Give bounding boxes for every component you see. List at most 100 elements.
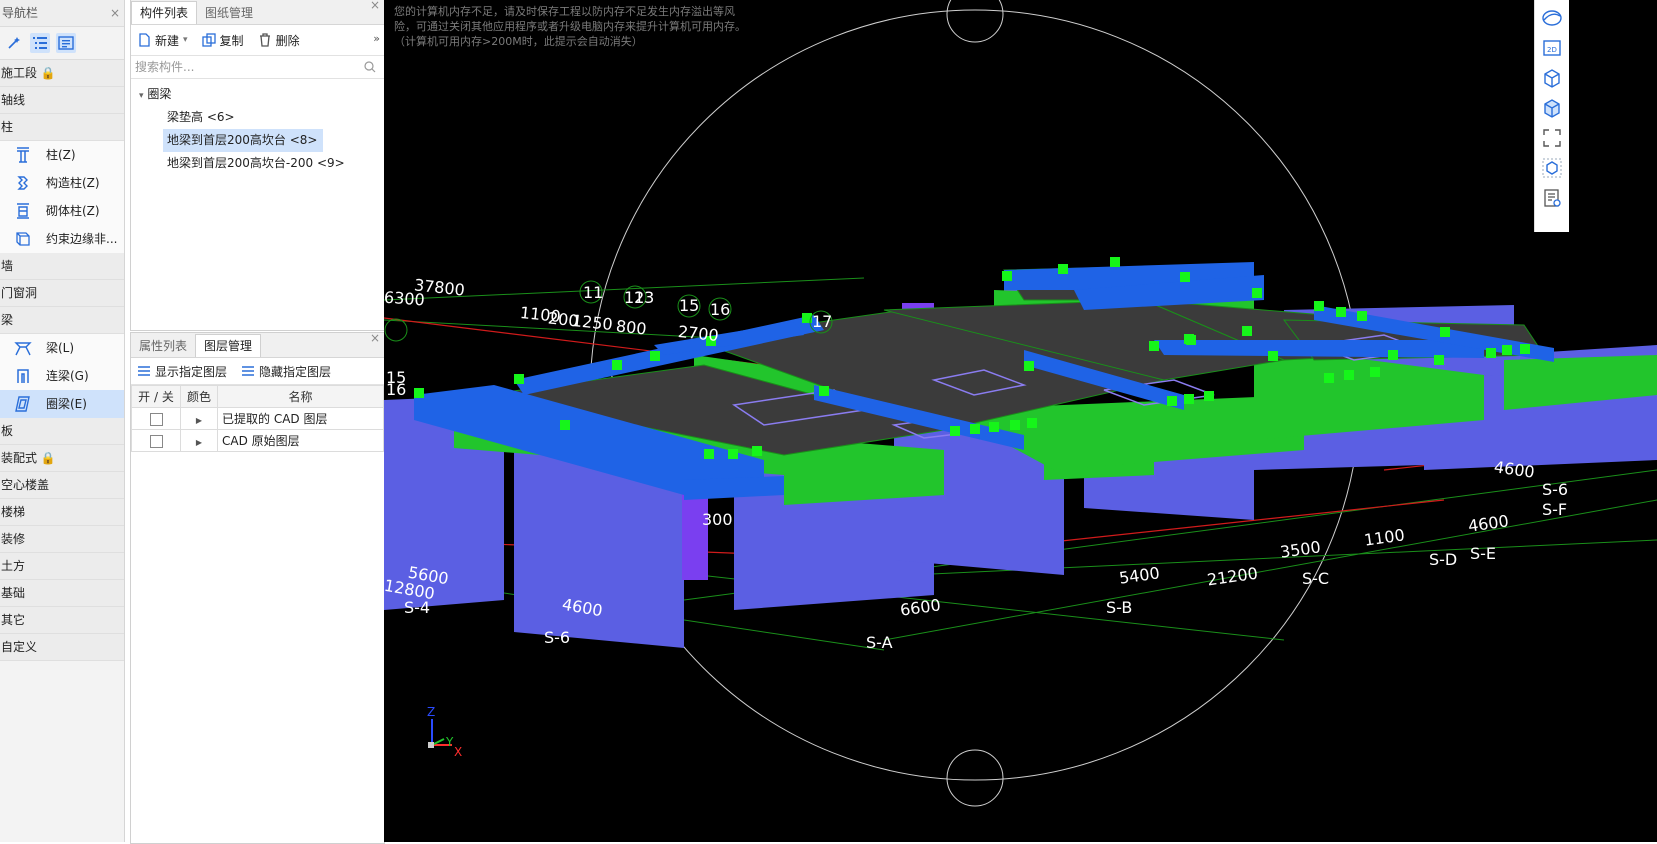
view-toolbar: 2D [1534,0,1569,232]
nav-category-slab[interactable]: 板 [0,418,124,445]
nav-category-stairs[interactable]: 楼梯 [0,499,124,526]
layer-checkbox[interactable] [149,412,163,426]
copy-button[interactable]: 复制 [201,32,244,49]
nav-item-column[interactable]: 柱(Z) [0,141,124,169]
svg-text:2D: 2D [1547,46,1557,54]
tree-item[interactable]: 地梁到首层200高坎台-200 <9> [131,152,384,175]
nav-item-masonry-column[interactable]: 砌体柱(Z) [0,197,124,225]
masonry-column-icon [17,203,29,219]
new-label: 新建 [155,33,180,48]
nav-category-wall[interactable]: 墙 [0,253,124,280]
nav-category-foundation[interactable]: 基础 [0,580,124,607]
nav-category-custom[interactable]: 自定义 [0,634,124,661]
nav-category-decoration[interactable]: 装修 [0,526,124,553]
component-search-input[interactable]: 搜索构件... [131,56,384,79]
dimension-label: 800 [615,316,648,339]
triad-y: Y [446,735,454,749]
chevron-down-icon[interactable]: ▾ [183,35,188,45]
nav-category-prefab[interactable]: 装配式 🔒 [0,445,124,472]
close-icon[interactable]: × [110,0,120,26]
tree-collapse-icon[interactable]: ▾ [139,91,144,101]
show-layer-button[interactable]: 显示指定图层 [137,363,227,380]
delete-label: 删除 [275,33,300,48]
beam-icon [14,342,32,356]
nav-category-construction-section[interactable]: 施工段 🔒 [0,60,124,87]
nav-item-label: 柱(Z) [46,148,76,162]
layer-toolbar: 显示指定图层 隐藏指定图层 [131,358,384,385]
trash-icon [259,33,270,47]
ring-beam-icon [15,396,30,412]
tab-property-list[interactable]: 属性列表 [131,335,195,357]
nav-category-hollow-floor[interactable]: 空心楼盖 [0,472,124,499]
expand-icon[interactable]: ▶ [196,416,202,425]
grid-label: S-6 [544,628,571,647]
nav-category-beam[interactable]: 梁 [0,307,124,334]
layer-view-icon[interactable] [1540,186,1564,210]
fit-view-icon[interactable] [1540,126,1564,150]
triad-x: X [454,745,463,759]
nav-category-column[interactable]: 柱 [0,114,124,141]
3d-viewport[interactable]: 37800 6300 1100 200 1250 800 2700 5600 1… [384,0,1657,842]
display-settings-icon[interactable] [1540,156,1564,180]
dimension-label: 2700 [677,321,720,346]
copy-icon [201,33,216,47]
close-icon[interactable]: × [370,0,380,12]
tree-item-selected[interactable]: 地梁到首层200高坎台 <8> [163,129,324,152]
expand-icon[interactable]: ▶ [196,438,202,447]
nav-item-label: 砌体柱(Z) [46,204,100,218]
nav-toolbar [0,27,124,60]
new-button[interactable]: 新建 ▾ [137,32,188,49]
table-row: ▶ 已提取的 CAD 图层 [131,407,384,430]
nav-title-bar: 导航栏 × [0,0,124,27]
grid-label: S-F [1542,500,1568,519]
nav-item-label: 梁(L) [46,341,75,355]
close-icon[interactable]: × [370,331,380,345]
triad-z: Z [427,705,436,719]
nav-category-earthwork[interactable]: 土方 [0,553,124,580]
nav-category-axis[interactable]: 轴线 [0,87,124,114]
tree-item[interactable]: 梁垫高 <6> [131,106,384,129]
more-tools-icon[interactable]: » [373,32,380,45]
tab-drawing-management[interactable]: 图纸管理 [197,2,261,24]
orbit-handle-bottom [946,749,1004,807]
orbit-handle-top [946,0,1004,43]
axis-bubble-label: 11 [583,283,604,302]
column-icon [17,147,29,163]
navigation-panel: 导航栏 × 施工段 🔒 轴线 柱 柱(Z) 构造柱(Z) 砌体柱(Z) 约束边缘… [0,0,125,842]
dimension-label: 1250 [571,310,614,335]
axis-bubble-label: 17 [812,312,833,331]
list-tree-icon[interactable] [30,33,50,53]
layer-tabs: 属性列表 图层管理 × [131,331,384,358]
nav-item-ring-beam[interactable]: 圈梁(E) [0,390,124,418]
nav-item-link-beam[interactable]: 连梁(G) [0,362,124,390]
hide-layer-button[interactable]: 隐藏指定图层 [241,363,331,380]
layer-checkbox[interactable] [149,434,163,448]
nav-item-boundary-element[interactable]: 约束边缘非... [0,225,124,253]
nav-item-beam[interactable]: 梁(L) [0,334,124,362]
grid-label: S-C [1302,569,1330,588]
tab-layer-management[interactable]: 图层管理 [195,334,262,357]
detail-view-icon[interactable] [56,33,76,53]
3d-solid-icon[interactable] [1540,96,1564,120]
col-name: 名称 [217,385,384,408]
nav-category-other[interactable]: 其它 [0,607,124,634]
search-placeholder: 搜索构件... [135,60,195,74]
col-color: 颜色 [180,385,218,408]
table-row: ▶ CAD 原始图层 [131,429,384,452]
nav-category-door-window[interactable]: 门窗洞 [0,280,124,307]
orbit-icon[interactable] [1540,6,1564,30]
memory-warning-text: 您的计算机内存不足，请及时保存工程以防内存不足发生内存溢出等风险，可通过关闭其他… [394,5,746,48]
nav-item-constructional-column[interactable]: 构造柱(Z) [0,169,124,197]
3d-wireframe-icon[interactable] [1540,66,1564,90]
tab-component-list[interactable]: 构件列表 [131,1,198,24]
magic-wand-icon[interactable] [4,33,24,53]
tree-root[interactable]: ▾ 圈梁 [131,83,384,106]
3d-model-canvas[interactable] [384,0,1657,842]
delete-button[interactable]: 删除 [258,32,300,49]
2d-view-icon[interactable]: 2D [1540,36,1564,60]
col-toggle: 开 / 关 [131,385,181,408]
component-tabs: 构件列表 图纸管理 × [131,0,384,25]
boundary-element-icon [16,232,30,246]
layer-name: 已提取的 CAD 图层 [217,407,384,430]
search-icon [364,61,376,73]
